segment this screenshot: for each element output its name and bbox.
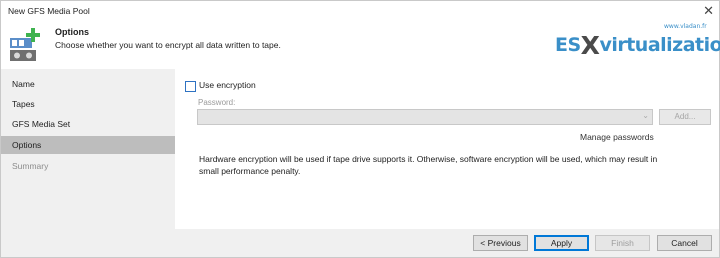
watermark-logo: www.vladan.fr ESXvirtualization [552,21,720,60]
chevron-down-icon: ⌄ [642,111,649,120]
add-password-button: Add... [659,109,711,125]
title-bar: New GFS Media Pool ✕ [1,1,719,21]
finish-button: Finish [595,235,650,251]
page-subtitle: Choose whether you want to encrypt all d… [55,40,281,50]
apply-button[interactable]: Apply [534,235,589,251]
wizard-window: New GFS Media Pool ✕ Options Choose whet… [0,0,720,258]
wizard-steps-sidebar: Name Tapes GFS Media Set Options Summary [1,69,175,229]
sidebar-item-tapes[interactable]: Tapes [1,95,175,113]
options-panel: Use encryption Password: ⌄ Add... Manage… [175,69,719,229]
password-label: Password: [198,98,236,107]
sidebar-item-gfs-media-set[interactable]: GFS Media Set [1,115,175,133]
previous-button[interactable]: < Previous [473,235,528,251]
password-select: ⌄ [197,109,653,125]
page-title: Options [55,27,89,37]
sidebar-item-options[interactable]: Options [1,136,175,154]
close-icon[interactable]: ✕ [703,3,714,19]
sidebar-item-name[interactable]: Name [1,75,175,93]
manage-passwords-link[interactable]: Manage passwords [580,132,654,142]
watermark-text: ESXvirtualization [555,31,720,60]
tape-media-pool-add-icon [10,28,40,61]
cancel-button[interactable]: Cancel [657,235,712,251]
wizard-footer: < Previous Apply Finish Cancel [1,229,719,257]
use-encryption-label[interactable]: Use encryption [199,80,256,90]
use-encryption-checkbox[interactable] [185,81,196,92]
wizard-header: Options Choose whether you want to encry… [1,21,720,69]
encryption-info-text: Hardware encryption will be used if tape… [199,154,658,176]
sidebar-item-summary: Summary [12,161,49,171]
window-title: New GFS Media Pool [8,6,90,16]
